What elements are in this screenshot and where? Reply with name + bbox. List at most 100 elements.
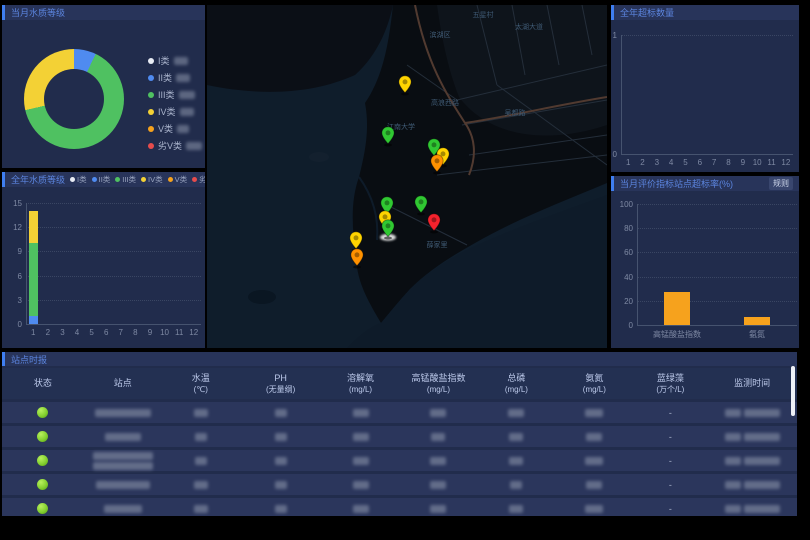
table-row[interactable]: -: [2, 474, 797, 495]
status-cell: [2, 503, 84, 514]
value-cell: [162, 409, 240, 417]
legend-item[interactable]: IV类: [141, 174, 163, 185]
redacted-value: [509, 457, 523, 465]
y-axis-line: [621, 35, 622, 154]
map-marker-yellow[interactable]: [398, 75, 412, 94]
redacted-value: [275, 433, 287, 441]
redacted-value: [194, 409, 208, 417]
column-unit: (℃): [194, 384, 208, 395]
map-marker-red[interactable]: [427, 213, 441, 232]
x-axis-line: [621, 154, 793, 155]
station-cell: [84, 481, 162, 489]
y-tick-label: 100: [615, 200, 633, 209]
column-header-10: 监测时间: [707, 378, 797, 389]
value-cell: [322, 433, 400, 441]
gridline: [26, 227, 201, 228]
station-cell: [84, 505, 162, 513]
map-marker-green[interactable]: [414, 195, 428, 214]
map-marker-green[interactable]: [381, 126, 395, 145]
x-tick-label: 氨氮: [727, 329, 787, 340]
value-cell: [162, 505, 240, 513]
legend-item[interactable]: 劣V类: [148, 137, 202, 154]
column-title: 氨氮: [585, 373, 603, 384]
map-marker-orange[interactable]: [350, 248, 364, 267]
value-cell: [322, 409, 400, 417]
time-cell: [707, 457, 797, 465]
value-cell: [162, 481, 240, 489]
column-header-9: 蓝绿藻(万个/L): [633, 373, 707, 395]
table-scrollbar-thumb[interactable]: [791, 366, 795, 416]
legend-dot: [148, 109, 154, 115]
map[interactable]: 滨湖区五星村太湖大道高浪西路吴都路江南大学薛家里: [207, 5, 607, 348]
redacted-value: [177, 125, 189, 133]
redacted-value: [510, 481, 522, 489]
value-cell: [240, 481, 322, 489]
panel-header: 站点时报: [2, 352, 797, 366]
legend-item[interactable]: V类: [168, 174, 188, 185]
map-marker-green[interactable]: [381, 219, 395, 238]
station-cell: [84, 452, 162, 470]
redacted-value: [430, 505, 446, 513]
column-header-1: 状态: [2, 378, 84, 389]
redacted-value: [509, 505, 523, 513]
redacted-value: [353, 481, 369, 489]
panel-month-exceed-rate: 当月评价指标站点超标率(%) 规则 020406080100高锰酸盐指数氨氮: [611, 176, 799, 348]
legend-item[interactable]: IV类: [148, 103, 202, 120]
redacted-value: [275, 481, 287, 489]
legend-dot: [168, 177, 173, 182]
column-header-8: 氨氮(mg/L): [555, 373, 633, 395]
rules-button[interactable]: 规则: [769, 177, 793, 190]
redacted-value: [275, 409, 287, 417]
algae-cell: -: [633, 480, 707, 490]
legend-dot: [148, 126, 154, 132]
redacted-station-name: [93, 452, 153, 460]
redacted-value: [180, 108, 194, 116]
table-row[interactable]: -: [2, 498, 797, 516]
table-row[interactable]: -: [2, 450, 797, 471]
annual-legend: I类 II类 III类 IV类 V类劣V类: [65, 174, 205, 185]
status-cell: [2, 407, 84, 418]
redacted-timestamp: [725, 481, 741, 489]
redacted-timestamp: [744, 409, 780, 417]
legend-item[interactable]: II类: [148, 69, 202, 86]
gridline: [637, 277, 797, 278]
time-cell: [707, 409, 797, 417]
table-row[interactable]: -: [2, 402, 797, 423]
value-cell: [555, 481, 633, 489]
column-header-7: 总磷(mg/L): [477, 373, 555, 395]
panel-header: 全年水质等级 I类II类III类IV类V类劣V类: [2, 172, 205, 187]
status-indicator: [37, 431, 48, 442]
legend-item[interactable]: III类: [148, 86, 202, 103]
legend-item[interactable]: I类: [148, 52, 202, 69]
legend-item[interactable]: 劣V类: [192, 174, 205, 185]
x-tick-label: 高锰酸盐指数: [647, 329, 707, 340]
y-tick-label: 3: [4, 296, 22, 305]
column-unit: (万个/L): [656, 384, 684, 395]
status-indicator: [37, 503, 48, 514]
redacted-value: [174, 57, 188, 65]
legend-item[interactable]: V类: [148, 120, 202, 137]
legend-label: I类: [158, 54, 170, 67]
redacted-value: [353, 505, 369, 513]
map-place-label: 五星村: [473, 10, 494, 20]
panel-header: 当月评价指标站点超标率(%) 规则: [611, 176, 799, 191]
table-row[interactable]: -: [2, 426, 797, 447]
exceed-rate-chart: 020406080100高锰酸盐指数氨氮: [611, 191, 799, 348]
y-tick-label: 6: [4, 272, 22, 281]
gridline: [26, 276, 201, 277]
legend-item[interactable]: II类: [92, 174, 111, 185]
y-tick-label: 80: [615, 224, 633, 233]
x-tick-label: 12: [756, 158, 799, 167]
value-cell: [400, 457, 478, 465]
column-title: 蓝绿藻: [657, 373, 684, 384]
redacted-value: [586, 481, 602, 489]
value-cell: [240, 505, 322, 513]
y-tick-label: 12: [4, 223, 22, 232]
gridline: [637, 252, 797, 253]
redacted-value: [194, 481, 208, 489]
rate-bar: [744, 317, 770, 325]
map-marker-orange[interactable]: [430, 154, 444, 173]
legend-item[interactable]: III类: [115, 174, 136, 185]
column-title: 总磷: [507, 373, 525, 384]
legend-item[interactable]: I类: [70, 174, 87, 185]
